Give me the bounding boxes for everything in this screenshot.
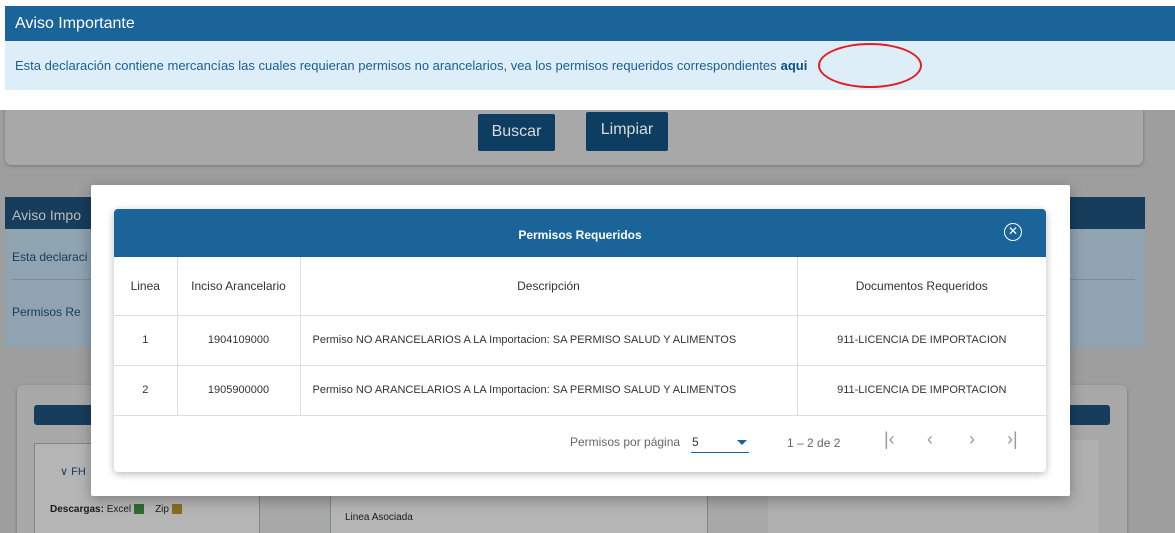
results-header-right [1068,405,1110,425]
last-page-icon[interactable]: ›| [1007,429,1018,450]
close-icon[interactable]: ✕ [1004,223,1022,241]
first-page-icon[interactable]: |‹ [884,429,895,450]
page-size-label: Permisos por página [570,434,681,449]
downloads-row: Descargas: Excel Zip [50,504,182,515]
table-row: 2 1905900000 Permiso NO ARANCELARIOS A L… [114,365,1046,416]
results-header-left [34,405,94,425]
background-notice-text: Esta declaraci [12,250,88,264]
cell-documentos: 911-LICENCIA DE IMPORTACION [797,365,1046,416]
background-permits-link[interactable]: Permisos Re [12,305,81,319]
excel-icon[interactable] [133,504,144,515]
table-row: 1 1904109000 Permiso NO ARANCELARIOS A L… [114,315,1046,366]
page-size-select[interactable]: 5 [691,433,749,453]
modal-header: Permisos Requeridos ✕ [114,209,1046,257]
section-toggle[interactable]: ∨ FH [60,465,86,478]
page-range: 1 – 2 de 2 [787,435,841,450]
column-header-inciso[interactable]: Inciso Arancelario [177,257,301,316]
cell-descripcion: Permiso NO ARANCELARIOS A LA Importacion… [300,365,798,416]
next-page-icon[interactable]: › [969,429,975,450]
paginator: Permisos por página 5 1 – 2 de 2 |‹ ‹ › … [114,416,1046,473]
column-header-documentos[interactable]: Documentos Requeridos [797,257,1046,316]
column-header-descripcion[interactable]: Descripción [300,257,798,316]
section-label: FH [71,466,86,478]
modal-title: Permisos Requeridos [518,228,642,242]
cell-descripcion: Permiso NO ARANCELARIOS A LA Importacion… [300,315,798,366]
cell-linea: 1 [114,315,178,366]
highlight-annotation [818,43,922,88]
dropdown-arrow-icon [737,439,747,445]
notice-banner: Aviso Importante Esta declaración contie… [5,6,1175,90]
table-header-row: Linea Inciso Arancelario Descripción Doc… [114,257,1046,316]
cell-documentos: 911-LICENCIA DE IMPORTACION [797,315,1046,366]
search-button[interactable]: Buscar [478,114,555,151]
page-size-value: 5 [692,434,699,449]
notice-title: Aviso Importante [5,6,1175,41]
notice-link-aqui[interactable]: aqui [781,58,808,73]
excel-link[interactable]: Excel [107,504,131,515]
zip-icon[interactable] [171,504,182,515]
cell-inciso: 1905900000 [177,365,301,416]
cell-inciso: 1904109000 [177,315,301,366]
downloads-label: Descargas: [50,504,104,515]
permits-table: Linea Inciso Arancelario Descripción Doc… [114,257,1046,416]
previous-page-icon[interactable]: ‹ [927,429,933,450]
chevron-down-icon: ∨ [60,466,72,478]
notice-message: Esta declaración contiene mercancías las… [15,58,777,73]
clear-button[interactable]: Limpiar [586,112,668,151]
notice-body: Esta declaración contiene mercancías las… [5,41,1175,90]
permits-card: Permisos Requeridos ✕ Linea Inciso Aranc… [114,209,1046,472]
zip-link[interactable]: Zip [155,504,169,515]
cell-linea: 2 [114,365,178,416]
column-header-linea[interactable]: Linea [114,257,178,316]
search-card [5,110,1143,165]
linea-asociada-label: Linea Asociada [345,512,413,523]
